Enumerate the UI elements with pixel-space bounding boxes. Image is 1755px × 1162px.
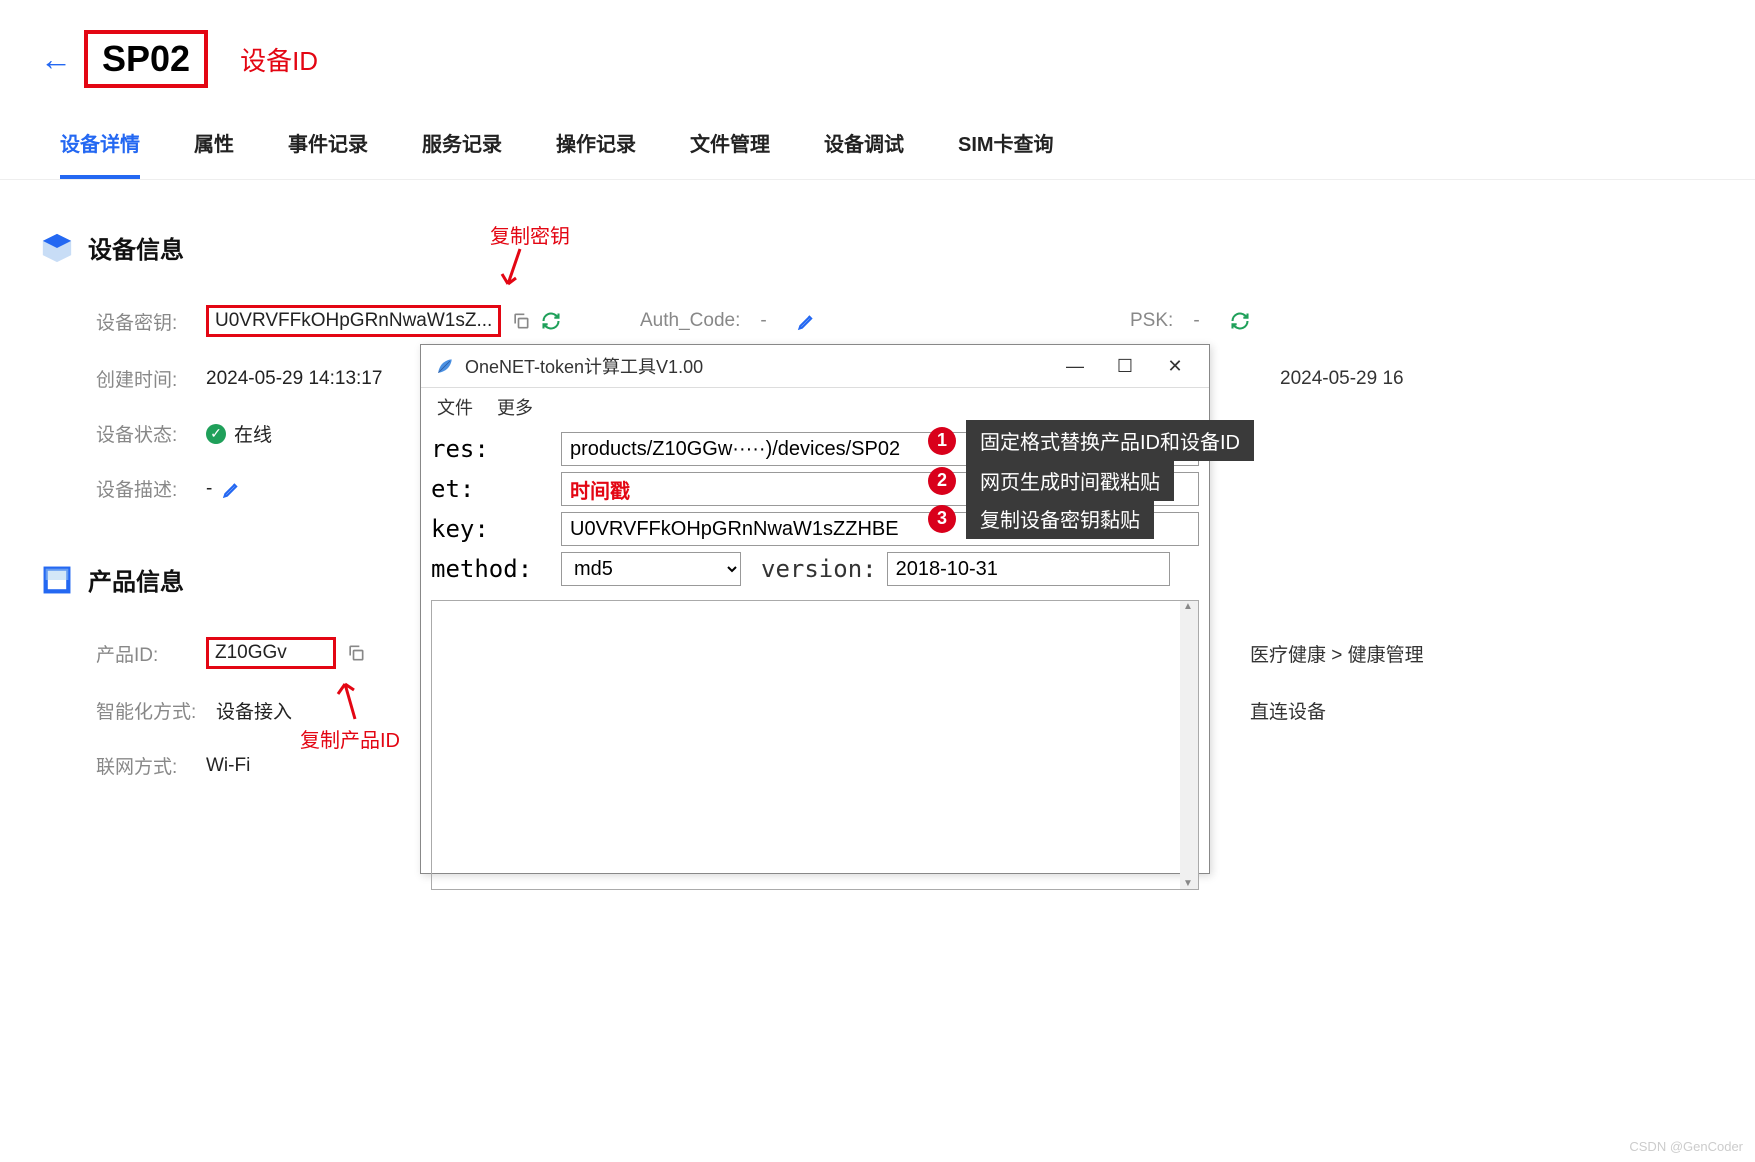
psk-label: PSK: — [1130, 310, 1173, 332]
category-breadcrumb: 医疗健康 > 健康管理 — [1240, 640, 1424, 667]
tab-event-log[interactable]: 事件记录 — [288, 128, 368, 179]
smart-value: 设备接入 — [216, 697, 292, 724]
method-select[interactable]: md5 — [561, 552, 741, 586]
arrow-icon — [490, 244, 540, 294]
tab-attributes[interactable]: 属性 — [194, 128, 234, 179]
tab-sim-query[interactable]: SIM卡查询 — [958, 128, 1054, 179]
version-label: version: — [761, 555, 877, 583]
psk-row: PSK: - — [1130, 310, 1250, 332]
auth-code-label: Auth_Code: — [640, 310, 740, 332]
cube-icon — [40, 231, 74, 265]
refresh-icon[interactable] — [1230, 311, 1250, 331]
key-label: key: — [431, 515, 561, 543]
product-info-title: 产品信息 — [88, 562, 184, 597]
device-key-value: U0VRVFFkOHpGRnNwaW1sZ... — [206, 305, 501, 337]
callout-text-2: 网页生成时间戳粘贴 — [966, 460, 1174, 501]
device-info-title: 设备信息 — [88, 230, 184, 265]
res-label: res: — [431, 435, 561, 463]
check-icon: ✓ — [206, 424, 226, 444]
auth-code-value: - — [760, 310, 766, 332]
desc-label: 设备描述: — [96, 475, 206, 502]
close-button[interactable]: ✕ — [1155, 356, 1195, 377]
minimize-button[interactable]: — — [1055, 356, 1095, 377]
product-id-label: 产品ID: — [96, 640, 206, 667]
create-time-label: 创建时间: — [96, 365, 206, 392]
device-id-label: 设备ID — [240, 41, 318, 78]
et-label: et: — [431, 475, 561, 503]
tab-device-debug[interactable]: 设备调试 — [824, 128, 904, 179]
badge-2: 2 — [928, 467, 956, 495]
dialog-titlebar[interactable]: OneNET-token计算工具V1.00 — ☐ ✕ — [421, 345, 1209, 388]
arrow-icon — [330, 674, 380, 724]
edit-icon[interactable] — [222, 479, 242, 499]
tab-file-mgmt[interactable]: 文件管理 — [690, 128, 770, 179]
scrollbar[interactable] — [1180, 601, 1198, 889]
callout-text-1: 固定格式替换产品ID和设备ID — [966, 420, 1254, 461]
badge-3: 3 — [928, 505, 956, 533]
output-textarea[interactable] — [431, 600, 1199, 890]
watermark: CSDN @GenCoder — [1629, 1139, 1743, 1154]
smart-label: 智能化方式: — [96, 697, 216, 724]
device-name: SP02 — [84, 30, 208, 88]
back-arrow-icon[interactable]: ← — [40, 41, 72, 78]
callout-2: 2 网页生成时间戳粘贴 — [928, 460, 1174, 501]
edit-icon[interactable] — [797, 311, 817, 331]
dialog-title: OneNET-token计算工具V1.00 — [465, 353, 1045, 379]
annotation-copy-product: 复制产品ID — [300, 724, 400, 753]
feather-icon — [435, 356, 455, 376]
desc-value: - — [206, 478, 212, 500]
page-header: ← SP02 设备ID — [0, 0, 1755, 98]
menu-file[interactable]: 文件 — [437, 394, 473, 420]
tab-operation-log[interactable]: 操作记录 — [556, 128, 636, 179]
tab-bar: 设备详情 属性 事件记录 服务记录 操作记录 文件管理 设备调试 SIM卡查询 — [0, 98, 1755, 180]
copy-icon[interactable] — [511, 311, 531, 331]
net-value: Wi-Fi — [206, 755, 250, 777]
callout-1: 1 固定格式替换产品ID和设备ID — [928, 420, 1254, 461]
version-input[interactable] — [887, 552, 1170, 586]
tab-device-detail[interactable]: 设备详情 — [60, 128, 140, 179]
refresh-icon[interactable] — [541, 311, 561, 331]
device-key-label: 设备密钥: — [96, 308, 206, 335]
badge-1: 1 — [928, 427, 956, 455]
timestamp-right: 2024-05-29 16 — [1280, 368, 1404, 390]
net-label: 联网方式: — [96, 752, 206, 779]
status-label: 设备状态: — [96, 420, 206, 447]
auth-code-row: Auth_Code: - — [640, 310, 817, 332]
callout-text-3: 复制设备密钥黏贴 — [966, 498, 1154, 539]
maximize-button[interactable]: ☐ — [1105, 356, 1145, 377]
product-id-value: Z10GGv — [206, 637, 336, 669]
menu-more[interactable]: 更多 — [497, 394, 533, 420]
copy-icon[interactable] — [346, 643, 366, 663]
box-icon — [40, 563, 74, 597]
tab-service-log[interactable]: 服务记录 — [422, 128, 502, 179]
connection-type: 直连设备 — [1240, 697, 1326, 724]
callout-3: 3 复制设备密钥黏贴 — [928, 498, 1154, 539]
method-label: method: — [431, 555, 561, 583]
create-time-value: 2024-05-29 14:13:17 — [206, 368, 382, 390]
psk-value: - — [1193, 310, 1199, 332]
status-value: 在线 — [234, 420, 272, 447]
